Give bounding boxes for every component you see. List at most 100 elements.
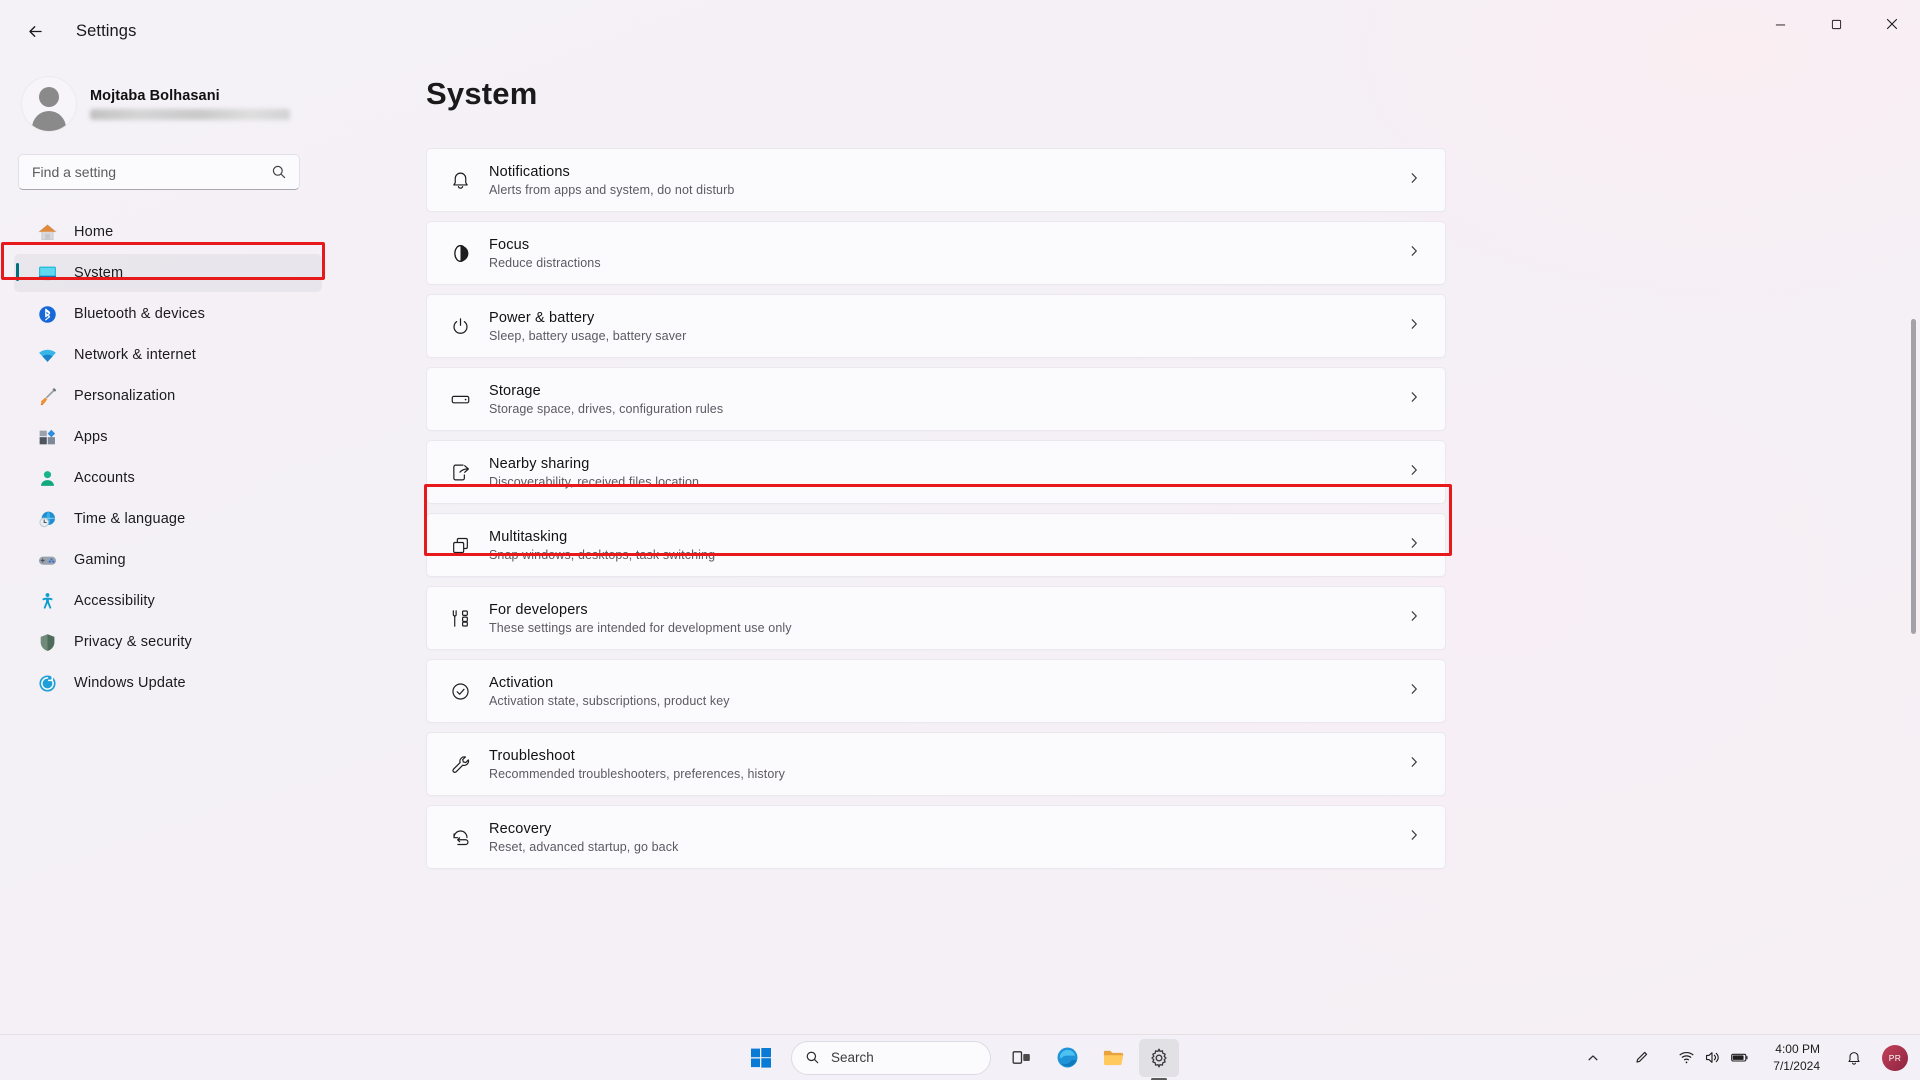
maximize-button[interactable]: [1808, 0, 1864, 48]
card-title: Recovery: [489, 820, 552, 837]
sidebar-item-privacy-security[interactable]: Privacy & security: [14, 623, 322, 661]
taskbar-search[interactable]: Search: [791, 1040, 991, 1075]
sidebar-item-accounts[interactable]: Accounts: [14, 459, 322, 497]
wrench-icon: [445, 754, 475, 775]
sidebar-item-label: Privacy & security: [74, 634, 192, 650]
sidebar-item-label: System: [74, 265, 124, 281]
scrollbar-thumb[interactable]: [1911, 319, 1916, 634]
taskbar: Search 4:00 PM 7/1/2024 PR: [0, 1034, 1920, 1080]
paintbrush-icon: [36, 385, 58, 407]
card-subtitle: Recommended troubleshooters, preferences…: [489, 766, 786, 781]
start-button[interactable]: [741, 1039, 781, 1077]
taskbar-search-label: Search: [831, 1050, 874, 1065]
gamepad-icon: [36, 549, 58, 571]
settings-card-nearby-sharing[interactable]: Nearby sharing Discoverability, received …: [426, 440, 1446, 504]
chevron-right-icon: [1407, 463, 1421, 482]
sidebar-item-gaming[interactable]: Gaming: [14, 541, 322, 579]
card-subtitle: Reduce distractions: [489, 255, 601, 270]
check-circle-icon: [445, 681, 475, 702]
quick-settings-button[interactable]: [1669, 1043, 1759, 1072]
pen-menu-button[interactable]: [1621, 1039, 1661, 1077]
card-title: Storage: [489, 382, 541, 399]
sidebar-item-system[interactable]: System: [14, 254, 322, 292]
card-subtitle: Discoverability, received files location: [489, 474, 700, 489]
sidebar-item-windows-update[interactable]: Windows Update: [14, 664, 322, 702]
sidebar-item-label: Windows Update: [74, 675, 186, 691]
task-view-button[interactable]: [1001, 1039, 1041, 1077]
minimize-button[interactable]: [1752, 0, 1808, 48]
apps-icon: [36, 426, 58, 448]
gear-icon: [1151, 1048, 1167, 1067]
card-subtitle: Alerts from apps and system, do not dist…: [489, 182, 735, 197]
minimize-icon: [1775, 24, 1785, 25]
sidebar-item-label: Network & internet: [74, 347, 196, 363]
card-subtitle: Sleep, battery usage, battery saver: [489, 328, 687, 343]
settings-card-activation[interactable]: Activation Activation state, subscription…: [426, 659, 1446, 723]
sidebar-item-home[interactable]: Home: [14, 213, 322, 251]
focus-icon: [445, 243, 475, 264]
bell-icon: [1848, 1051, 1860, 1065]
taskbar-clock[interactable]: 4:00 PM 7/1/2024: [1767, 1039, 1826, 1075]
taskbar-center-group: Search: [741, 1038, 1179, 1077]
clock-globe-icon: [36, 508, 58, 530]
settings-card-troubleshoot[interactable]: Troubleshoot Recommended troubleshooters,…: [426, 732, 1446, 796]
sidebar-item-label: Home: [74, 224, 114, 240]
settings-card-focus[interactable]: Focus Reduce distractions: [426, 221, 1446, 285]
sidebar: Mojtaba Bolhasani Home System Bluetooth & …: [0, 62, 340, 1015]
share-icon: [445, 462, 475, 483]
user-profile[interactable]: Mojtaba Bolhasani: [0, 62, 322, 136]
card-subtitle: Snap windows, desktops, task switching: [489, 547, 716, 562]
settings-card-storage[interactable]: Storage Storage space, drives, configurat…: [426, 367, 1446, 431]
sidebar-item-apps[interactable]: Apps: [14, 418, 322, 456]
sidebar-item-label: Time & language: [74, 511, 186, 527]
show-hidden-icons-button[interactable]: [1573, 1039, 1613, 1077]
sidebar-item-accessibility[interactable]: Accessibility: [14, 582, 322, 620]
accessibility-icon: [36, 590, 58, 612]
edge-button[interactable]: [1047, 1039, 1087, 1077]
chevron-right-icon: [1407, 609, 1421, 628]
sidebar-item-bluetooth-devices[interactable]: Bluetooth & devices: [14, 295, 322, 333]
close-button[interactable]: [1864, 0, 1920, 48]
bluetooth-icon: [36, 303, 58, 325]
settings-card-notifications[interactable]: Notifications Alerts from apps and system…: [426, 148, 1446, 212]
close-icon: [1886, 18, 1898, 30]
sidebar-item-network-internet[interactable]: Network & internet: [14, 336, 322, 374]
search-icon: [806, 1051, 819, 1064]
file-explorer-button[interactable]: [1093, 1039, 1133, 1077]
settings-taskbar-button[interactable]: [1139, 1038, 1179, 1077]
recovery-icon: [445, 827, 475, 848]
chevron-right-icon: [1407, 390, 1421, 409]
search-icon: [271, 164, 287, 185]
search-box[interactable]: [18, 154, 300, 190]
avatar: [22, 77, 76, 131]
settings-card-multitasking[interactable]: Multitasking Snap windows, desktops, task…: [426, 513, 1446, 577]
app-title: Settings: [76, 21, 137, 40]
power-icon: [445, 316, 475, 337]
page-title: System: [426, 76, 538, 111]
back-arrow-icon: [28, 25, 42, 37]
search-input[interactable]: [19, 155, 251, 189]
settings-card-power-battery[interactable]: Power & battery Sleep, battery usage, bat…: [426, 294, 1446, 358]
bell-icon: [445, 170, 475, 191]
sidebar-item-time-language[interactable]: Time & language: [14, 500, 322, 538]
sidebar-item-label: Gaming: [74, 552, 126, 568]
profile-name: Mojtaba Bolhasani: [90, 88, 220, 104]
settings-card-recovery[interactable]: Recovery Reset, advanced startup, go back: [426, 805, 1446, 869]
card-title: Notifications: [489, 163, 570, 180]
developer-tools-icon: [445, 608, 475, 629]
back-button[interactable]: [14, 12, 56, 50]
edge-icon: [1057, 1047, 1077, 1068]
taskbar-user-avatar[interactable]: PR: [1882, 1044, 1908, 1071]
sidebar-item-personalization[interactable]: Personalization: [14, 377, 322, 415]
content-scrollbar[interactable]: [1911, 134, 1916, 834]
card-title: For developers: [489, 601, 588, 618]
settings-card-for-developers[interactable]: For developers These settings are intende…: [426, 586, 1446, 650]
notification-center-button[interactable]: [1834, 1039, 1874, 1077]
chevron-right-icon: [1407, 536, 1421, 555]
card-subtitle: Activation state, subscriptions, product…: [489, 693, 730, 708]
wifi-icon: [36, 344, 58, 366]
sidebar-nav: Home System Bluetooth & devices Network & i…: [0, 190, 322, 702]
sidebar-item-label: Accessibility: [74, 593, 155, 609]
card-title: Activation: [489, 674, 554, 691]
chevron-right-icon: [1407, 317, 1421, 336]
